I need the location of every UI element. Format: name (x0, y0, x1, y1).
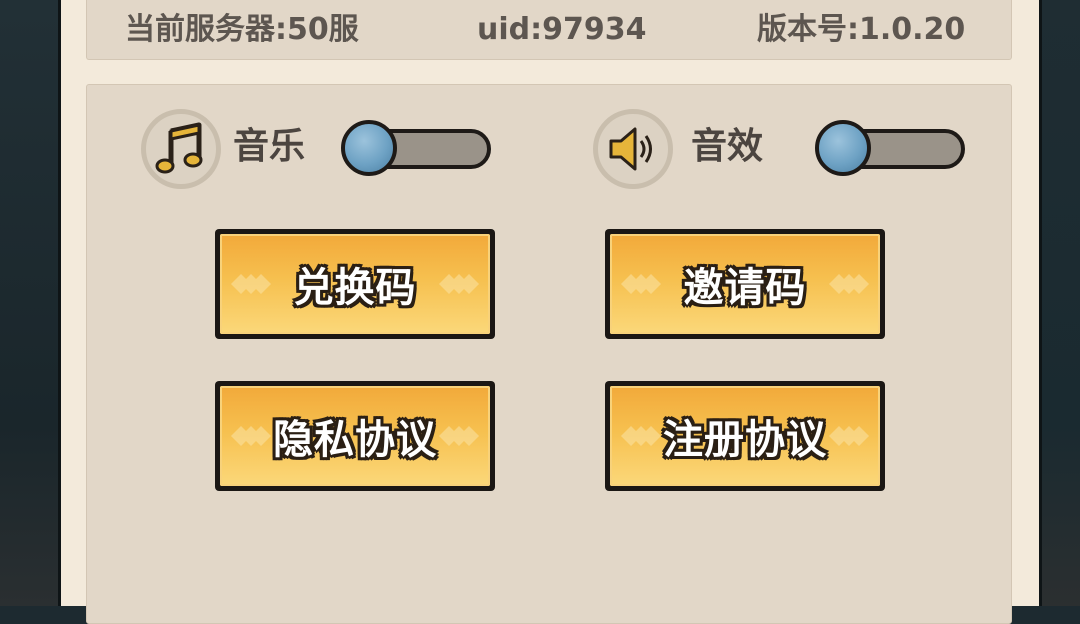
background-left (0, 0, 62, 606)
speaker-icon (593, 109, 673, 189)
invite-code-label: 邀请码 (683, 265, 807, 311)
sound-toggle-knob[interactable] (815, 120, 871, 176)
redeem-code-label: 兑换码 (293, 265, 417, 311)
sound-label: 音效 (691, 126, 764, 167)
server-text: 当前服务器:50服 (125, 12, 359, 47)
registration-agreement-label: 注册协议 (663, 417, 827, 463)
registration-agreement-button[interactable]: 注册协议 (605, 381, 885, 491)
uid-text: uid:97934 (477, 12, 647, 47)
info-bar: 当前服务器:50服 uid:97934 版本号:1.0.20 (86, 0, 1012, 60)
privacy-policy-button[interactable]: 隐私协议 (215, 381, 495, 491)
version-text: 版本号:1.0.20 (757, 12, 966, 47)
privacy-policy-label: 隐私协议 (273, 417, 437, 463)
settings-box: 音乐 音效 兑换码 邀请码 隐私协议 注册协议 (86, 84, 1012, 624)
sound-toggle[interactable] (815, 120, 965, 176)
invite-code-button[interactable]: 邀请码 (605, 229, 885, 339)
music-toggle[interactable] (341, 120, 491, 176)
music-label: 音乐 (233, 126, 306, 167)
music-note-icon (141, 109, 221, 189)
music-toggle-knob[interactable] (341, 120, 397, 176)
redeem-code-button[interactable]: 兑换码 (215, 229, 495, 339)
